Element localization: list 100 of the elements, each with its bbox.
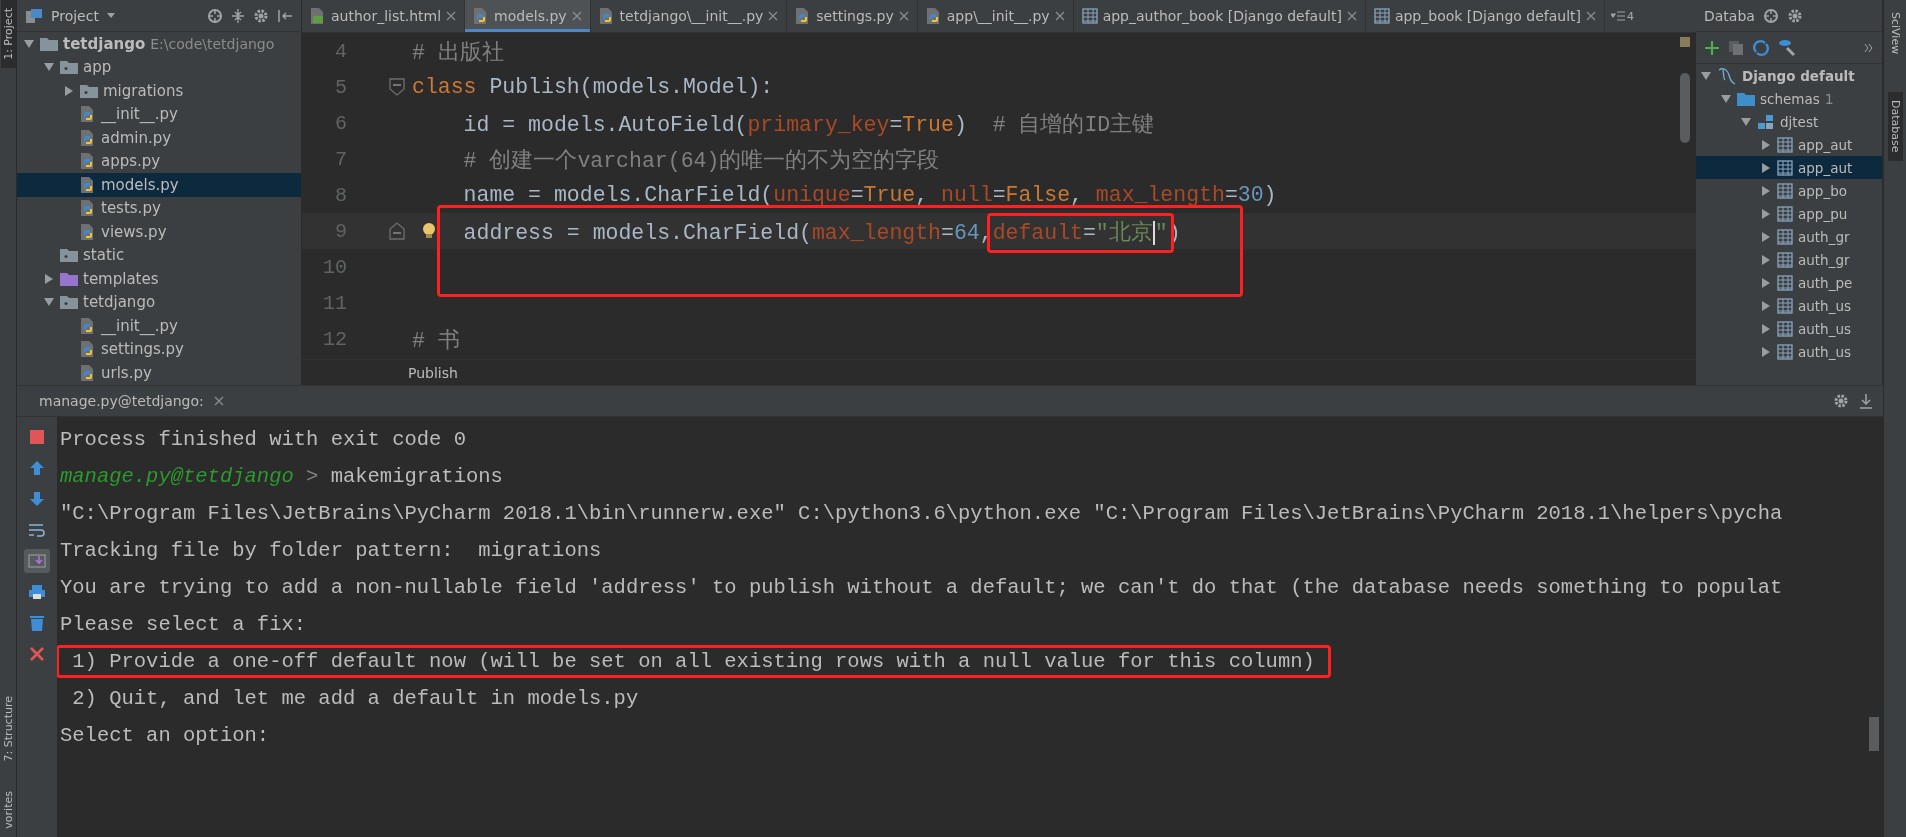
console-line: Please select a fix: <box>60 613 307 636</box>
tree-row[interactable]: tetdjango E:\code\tetdjango <box>17 32 301 56</box>
tree-label: auth_gr <box>1798 228 1850 245</box>
tree-label: schemas <box>1760 90 1820 107</box>
folder-icon <box>60 295 78 310</box>
tree-row[interactable]: app_pu <box>1696 202 1882 225</box>
breadcrumb[interactable]: Publish <box>408 364 458 381</box>
tree-row[interactable]: urls.py <box>17 361 301 385</box>
tree-row[interactable]: app <box>17 55 301 79</box>
table-icon <box>1777 251 1793 268</box>
side-tab[interactable]: Database <box>1887 92 1903 161</box>
tree-row[interactable]: apps.py <box>17 149 301 173</box>
html-file-icon <box>310 7 326 25</box>
tree-row[interactable]: __init__.py <box>17 314 301 338</box>
line-number: 4 <box>334 39 347 63</box>
close-icon <box>898 11 909 21</box>
tree-label: __init__.py <box>101 316 178 335</box>
tree-row[interactable]: tests.py <box>17 196 301 220</box>
console-line: "C:\Program Files\JetBrains\PyCharm 2018.1\bin\runnerw.exe" C:\python3.6\python.exe "C:\Program Files\JetBrains\PyCharm 2018.1\helpers\pycha <box>60 502 1783 525</box>
locate-icon <box>207 7 223 24</box>
expand-arrow-icon <box>1761 254 1771 265</box>
stop-icon <box>29 429 45 445</box>
tree-row[interactable]: admin.py <box>17 126 301 150</box>
side-tab[interactable]: 7: Structure <box>0 688 16 770</box>
tree-label: static <box>83 246 125 265</box>
project-view-icon <box>25 7 43 24</box>
folder-icon <box>80 83 98 98</box>
tree-row[interactable]: schemas 1 <box>1696 87 1882 110</box>
table-icon <box>1777 320 1793 337</box>
editor-tab[interactable]: models.py <box>465 0 591 32</box>
side-tab[interactable]: vorites <box>0 783 16 837</box>
tree-row[interactable]: models.py <box>17 173 301 197</box>
tree-row[interactable]: auth_us <box>1696 340 1882 363</box>
tree-row[interactable]: views.py <box>17 220 301 244</box>
side-tab[interactable]: SciView <box>1887 4 1903 63</box>
scroll-end-icon <box>28 553 46 569</box>
line-number: 11 <box>322 291 347 315</box>
expand-arrow-icon <box>44 273 54 284</box>
folder-icon <box>60 248 78 263</box>
tree-row[interactable]: migrations <box>17 79 301 103</box>
tree-row[interactable]: djtest <box>1696 110 1882 133</box>
line-number: 6 <box>334 111 347 135</box>
tree-label: auth_us <box>1798 297 1852 314</box>
console-line: 1) Provide a one-off default now (will be set on all existing rows with a null value for this column) <box>60 650 1315 673</box>
table-icon <box>1777 182 1793 199</box>
tree-label: app_aut <box>1798 136 1853 153</box>
table-icon <box>1777 159 1793 176</box>
tree-row[interactable]: auth_us <box>1696 317 1882 340</box>
tree-row[interactable]: tetdjango <box>17 290 301 314</box>
table-icon <box>1777 205 1793 222</box>
download-icon <box>1859 393 1873 409</box>
panel-title[interactable]: Project <box>51 7 99 24</box>
expand-arrow-icon <box>1761 139 1771 150</box>
tree-row[interactable]: auth_gr <box>1696 248 1882 271</box>
tree-label: tetdjango <box>63 34 146 53</box>
tree-label: app <box>83 58 112 77</box>
tree-row[interactable]: __init__.py <box>17 102 301 126</box>
expand-arrow-icon <box>1761 323 1771 334</box>
tree-row[interactable]: static <box>17 243 301 267</box>
folder-path: E:\code\tetdjango <box>150 35 275 52</box>
tree-row[interactable]: auth_gr <box>1696 225 1882 248</box>
tree-label: urls.py <box>101 363 152 382</box>
python-file-icon <box>598 7 615 25</box>
close-icon <box>446 11 457 21</box>
scroll-to-end-button[interactable] <box>24 549 50 573</box>
panel-title[interactable]: Databa <box>1704 7 1755 24</box>
refresh-icon <box>1752 38 1770 57</box>
close-icon <box>213 396 224 406</box>
warning-marker <box>1680 37 1690 47</box>
tree-row[interactable]: auth_us <box>1696 294 1882 317</box>
tree-row[interactable]: settings.py <box>17 337 301 361</box>
tree-row[interactable]: templates <box>17 267 301 291</box>
run-tab-title[interactable]: manage.py@tetdjango: <box>39 393 204 409</box>
tree-row[interactable]: app_bo <box>1696 179 1882 202</box>
tree-label: tetdjango <box>83 293 156 312</box>
scrollbar-thumb[interactable] <box>1869 717 1879 751</box>
collapse-arrow-icon <box>24 38 34 49</box>
tree-row[interactable]: app_aut <box>1696 133 1882 156</box>
tree-label: templates <box>83 269 159 288</box>
console-line: You are trying to add a non-nullable field 'address' to publish without a default; we can't do that (the database needs something to populat <box>60 576 1783 599</box>
settings-icon <box>1786 7 1803 24</box>
side-tab[interactable]: 1: Project <box>0 0 16 68</box>
expand-arrow-icon <box>1761 277 1771 288</box>
add-icon <box>1704 39 1720 56</box>
close-icon <box>1054 11 1065 21</box>
console-line: Select an option: <box>60 724 270 747</box>
tree-row[interactable]: app_aut <box>1696 156 1882 179</box>
tree-row[interactable]: auth_pe <box>1696 271 1882 294</box>
python-file-icon <box>925 7 942 25</box>
tree-label: auth_us <box>1798 320 1852 337</box>
scrollbar-thumb[interactable] <box>1680 73 1690 143</box>
tree-label: apps.py <box>101 152 161 171</box>
tab-overflow-button[interactable]: 4 <box>1605 0 1641 32</box>
wrench-icon <box>1778 38 1796 57</box>
folder-icon <box>1737 91 1755 106</box>
tree-label: admin.py <box>101 128 172 147</box>
line-number: 8 <box>334 183 347 207</box>
up-arrow-icon <box>29 460 45 476</box>
table-icon <box>1081 8 1098 24</box>
tree-row[interactable]: Django default <box>1696 64 1882 87</box>
